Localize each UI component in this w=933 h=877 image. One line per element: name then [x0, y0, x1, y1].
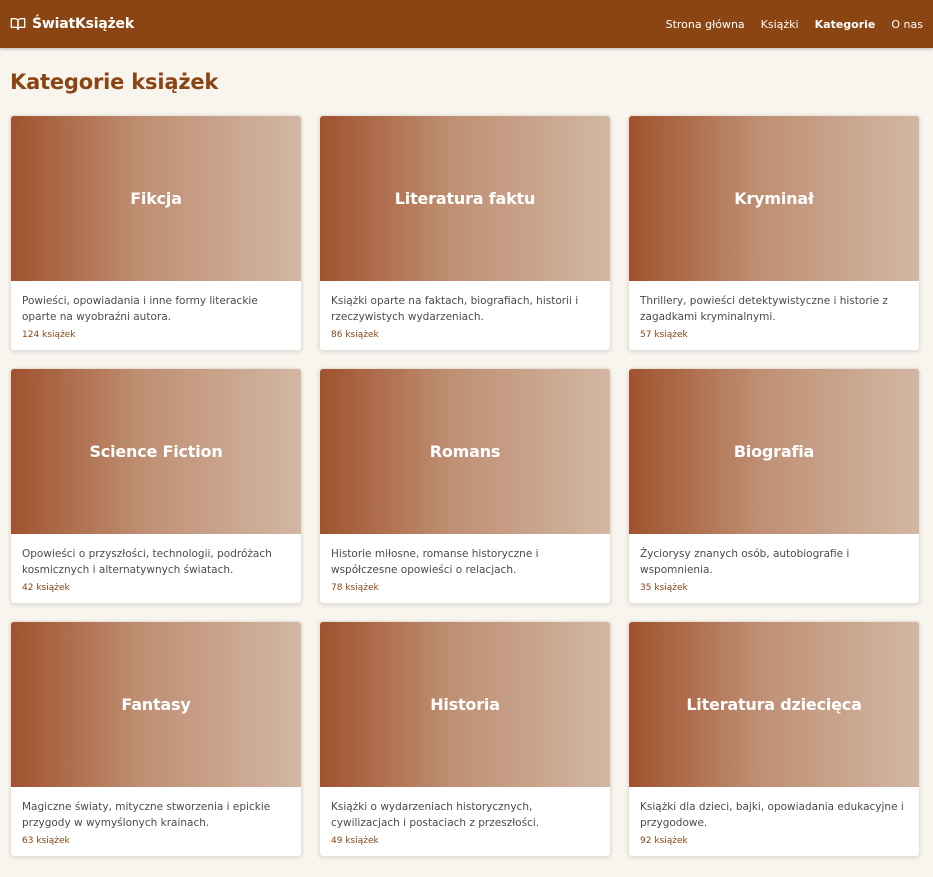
- category-banner: Literatura faktu: [320, 116, 610, 281]
- nav-link-kategorie[interactable]: Kategorie: [815, 18, 876, 31]
- category-description: Książki dla dzieci, bajki, opowiadania e…: [640, 801, 904, 829]
- category-card-science-fiction[interactable]: Science Fiction Opowieści o przyszłości,…: [10, 368, 302, 604]
- category-body: Książki o wydarzeniach historycznych, cy…: [320, 787, 610, 856]
- category-banner: Romans: [320, 369, 610, 534]
- category-count: 35 książek: [640, 583, 688, 593]
- category-count: 57 książek: [640, 330, 688, 340]
- category-description: Książki o wydarzeniach historycznych, cy…: [331, 801, 540, 829]
- category-card-fantasy[interactable]: Fantasy Magiczne światy, mityczne stworz…: [10, 621, 302, 857]
- category-card-kryminal[interactable]: Kryminał Thrillery, powieści detektywist…: [628, 115, 920, 351]
- category-card-historia[interactable]: Historia Książki o wydarzeniach historyc…: [319, 621, 611, 857]
- category-body: Życiorysy znanych osób, autobiografie i …: [629, 534, 919, 603]
- category-description: Życiorysy znanych osób, autobiografie i …: [640, 548, 850, 576]
- category-count: 92 książek: [640, 836, 688, 846]
- main-nav: Strona główna Książki Kategorie O nas: [666, 18, 923, 31]
- category-banner: Fantasy: [11, 622, 301, 787]
- category-banner: Fikcja: [11, 116, 301, 281]
- category-body: Thrillery, powieści detektywistyczne i h…: [629, 281, 919, 350]
- category-count: 42 książek: [22, 583, 70, 593]
- top-navbar: ŚwiatKsiążek Strona główna Książki Kateg…: [0, 0, 933, 48]
- category-description: Opowieści o przyszłości, technologii, po…: [22, 548, 272, 576]
- category-card-literatura-faktu[interactable]: Literatura faktu Książki oparte na fakta…: [319, 115, 611, 351]
- category-banner: Historia: [320, 622, 610, 787]
- category-banner: Biografia: [629, 369, 919, 534]
- category-body: Historie miłosne, romanse historyczne i …: [320, 534, 610, 603]
- brand[interactable]: ŚwiatKsiążek: [10, 16, 134, 32]
- category-body: Opowieści o przyszłości, technologii, po…: [11, 534, 301, 603]
- nav-link-o-nas[interactable]: O nas: [891, 18, 923, 31]
- category-count: 124 książek: [22, 330, 76, 340]
- nav-link-ksiazki[interactable]: Książki: [761, 18, 799, 31]
- category-description: Thrillery, powieści detektywistyczne i h…: [640, 295, 888, 323]
- page-title: Kategorie książek: [10, 70, 219, 94]
- category-card-fikcja[interactable]: Fikcja Powieści, opowiadania i inne form…: [10, 115, 302, 351]
- category-banner: Science Fiction: [11, 369, 301, 534]
- category-description: Magiczne światy, mityczne stworzenia i e…: [22, 801, 271, 829]
- category-count: 63 książek: [22, 836, 70, 846]
- category-description: Powieści, opowiadania i inne formy liter…: [22, 295, 258, 323]
- category-card-romans[interactable]: Romans Historie miłosne, romanse history…: [319, 368, 611, 604]
- category-body: Magiczne światy, mityczne stworzenia i e…: [11, 787, 301, 856]
- category-body: Powieści, opowiadania i inne formy liter…: [11, 281, 301, 350]
- category-body: Książki oparte na faktach, biografiach, …: [320, 281, 610, 350]
- category-count: 49 książek: [331, 836, 379, 846]
- nav-link-strona-glowna[interactable]: Strona główna: [666, 18, 745, 31]
- category-banner: Kryminał: [629, 116, 919, 281]
- category-count: 78 książek: [331, 583, 379, 593]
- category-body: Książki dla dzieci, bajki, opowiadania e…: [629, 787, 919, 856]
- category-count: 86 książek: [331, 330, 379, 340]
- category-card-biografia[interactable]: Biografia Życiorysy znanych osób, autobi…: [628, 368, 920, 604]
- category-description: Historie miłosne, romanse historyczne i …: [331, 548, 539, 576]
- category-grid: Fikcja Powieści, opowiadania i inne form…: [10, 115, 922, 857]
- brand-name: ŚwiatKsiążek: [32, 16, 134, 32]
- category-card-literatura-dziecieca[interactable]: Literatura dziecięca Książki dla dzieci,…: [628, 621, 920, 857]
- category-description: Książki oparte na faktach, biografiach, …: [331, 295, 579, 323]
- category-banner: Literatura dziecięca: [629, 622, 919, 787]
- book-open-icon: [10, 18, 26, 30]
